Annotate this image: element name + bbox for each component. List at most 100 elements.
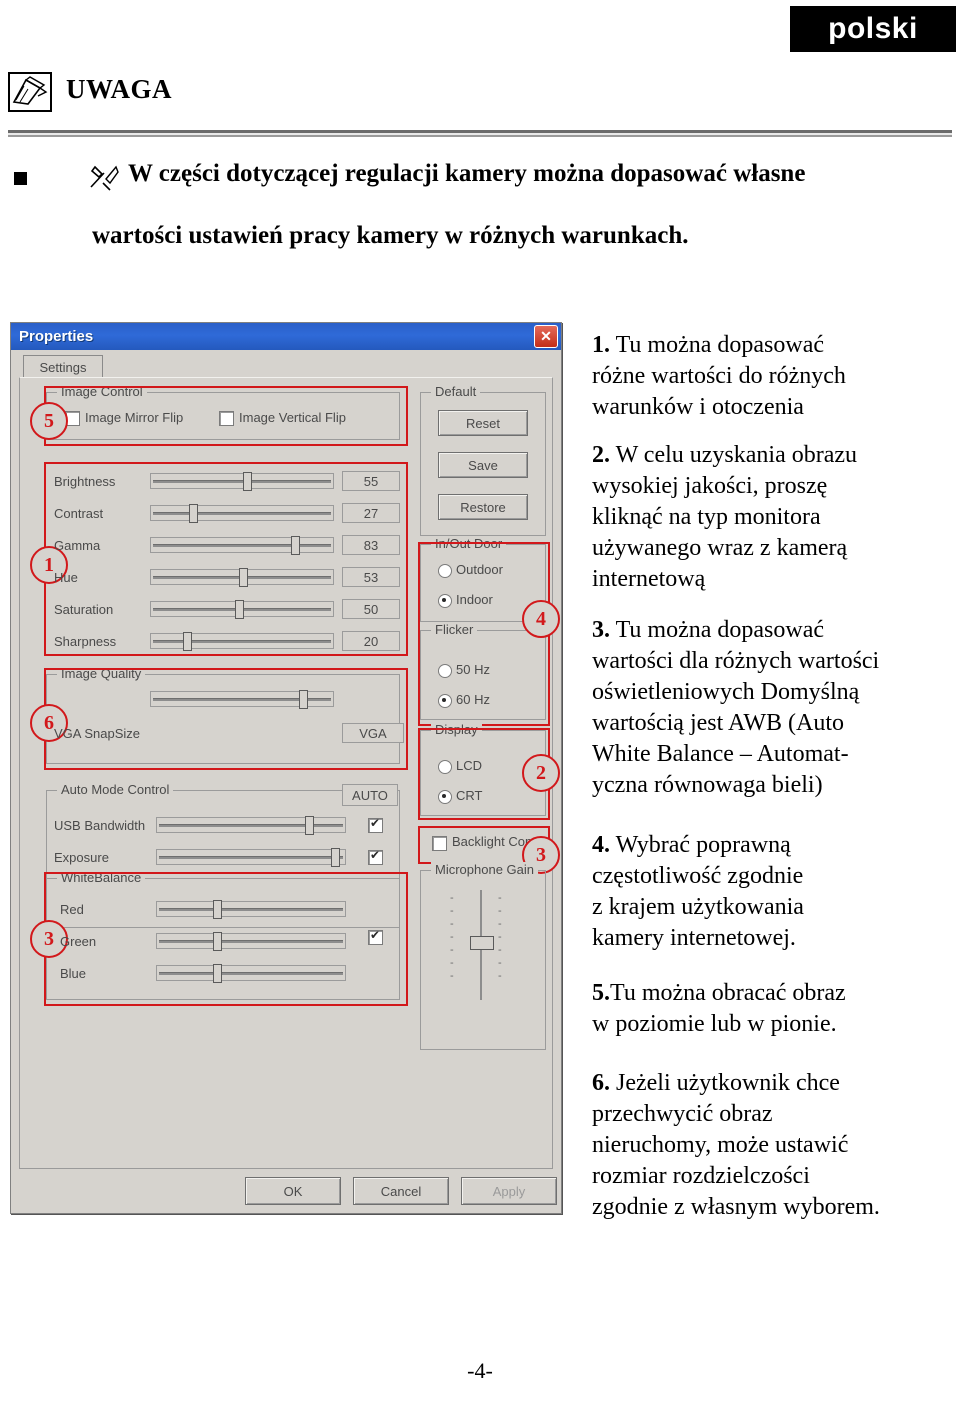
note-line-1: W części dotyczącej regulacji kamery moż… bbox=[128, 160, 806, 187]
step-3-line-2: wartości dla różnych wartości bbox=[592, 648, 880, 674]
note-line-2: wartości ustawień pracy kamery w różnych… bbox=[92, 222, 689, 249]
tab-settings[interactable]: Settings bbox=[23, 355, 103, 378]
label-saturation: Saturation bbox=[54, 602, 114, 617]
step-4-number: 4. bbox=[592, 832, 610, 858]
step-2-line-4: używanego wraz z kamerą bbox=[592, 535, 848, 561]
step-1-number: 1. bbox=[592, 332, 610, 358]
step-4-line-2: częstotliwość zgodnie bbox=[592, 863, 804, 889]
mic-gain-ticks-right: ------- bbox=[498, 892, 502, 982]
step-1-line-3: warunków i otoczenia bbox=[592, 394, 804, 420]
language-tab-label: polski bbox=[828, 12, 918, 45]
apply-button[interactable]: Apply bbox=[461, 1177, 557, 1205]
slider-green[interactable] bbox=[156, 932, 346, 951]
step-3: 3. Tu można dopasować wartości dla różny… bbox=[592, 615, 952, 801]
slider-gamma[interactable] bbox=[150, 536, 334, 555]
value-contrast: 27 bbox=[342, 503, 400, 523]
ok-button[interactable]: OK bbox=[245, 1177, 341, 1205]
label-green: Green bbox=[60, 934, 97, 949]
value-saturation: 50 bbox=[342, 599, 400, 619]
step-5-line-1: Tu można obracać obraz bbox=[610, 980, 846, 1006]
step-4-line-4: kamery internetowej. bbox=[592, 925, 796, 951]
highlight-box-6 bbox=[44, 668, 408, 770]
label-exposure: Exposure bbox=[54, 850, 109, 865]
note-bullet-icon bbox=[14, 172, 27, 185]
slider-hue[interactable] bbox=[150, 568, 334, 587]
step-2-line-2: wysokiej jakości, proszę bbox=[592, 473, 828, 499]
step-2: 2. W celu uzyskania obrazu wysokiej jako… bbox=[592, 440, 942, 595]
close-icon[interactable]: ✕ bbox=[534, 325, 558, 348]
step-2-line-5: internetową bbox=[592, 566, 706, 592]
checkbox-exposure-auto[interactable] bbox=[368, 848, 383, 865]
page-title: UWAGA bbox=[66, 74, 173, 104]
step-4-line-1: Wybrać poprawną bbox=[615, 832, 791, 858]
slider-sharpness[interactable] bbox=[150, 632, 334, 651]
group-microphone-gain-label: Microphone Gain bbox=[431, 862, 538, 877]
properties-dialog: Properties ✕ Settings Image Control Imag… bbox=[10, 322, 562, 1214]
checkbox-usb-bandwidth-auto[interactable] bbox=[368, 816, 383, 833]
step-6-line-1: Jeżeli użytkownik chce bbox=[616, 1070, 840, 1096]
highlight-box-5 bbox=[44, 386, 408, 446]
group-microphone-gain: Microphone Gain bbox=[420, 862, 546, 1050]
group-default-label: Default bbox=[431, 384, 481, 399]
step-5-line-2: w poziomie lub w pionie. bbox=[592, 1011, 837, 1037]
label-usb-bandwidth: USB Bandwidth bbox=[54, 818, 146, 833]
save-button[interactable]: Save bbox=[438, 452, 528, 478]
group-auto-mode-control-label: Auto Mode Control bbox=[57, 782, 174, 797]
step-6-line-4: rozmiar rozdzielczości bbox=[592, 1163, 810, 1189]
checkbox-white-balance-auto[interactable] bbox=[368, 928, 383, 945]
step-4: 4. Wybrać poprawną częstotliwość zgodnie… bbox=[592, 830, 942, 954]
value-vga-snapsize[interactable]: VGA bbox=[342, 723, 404, 743]
label-red: Red bbox=[60, 902, 84, 917]
step-3-line-4: wartością jest AWB (Auto bbox=[592, 710, 845, 736]
step-5: 5.Tu można obracać obraz w poziomie lub … bbox=[592, 978, 942, 1040]
slider-contrast[interactable] bbox=[150, 504, 334, 523]
step-3-line-1: Tu można dopasować bbox=[615, 617, 824, 643]
tab-settings-label: Settings bbox=[39, 359, 87, 375]
header-divider bbox=[8, 130, 952, 137]
label-gamma: Gamma bbox=[54, 538, 101, 553]
dialog-panel: Image Control Image Mirror Flip Image Ve… bbox=[19, 377, 560, 1169]
label-brightness: Brightness bbox=[54, 474, 116, 489]
step-1: 1. Tu można dopasować różne wartości do … bbox=[592, 330, 942, 423]
dialog-titlebar: Properties ✕ bbox=[11, 323, 561, 350]
step-6-line-3: nieruchomy, może ustawić bbox=[592, 1132, 849, 1158]
step-2-line-1: W celu uzyskania obrazu bbox=[615, 442, 858, 468]
step-3-number: 3. bbox=[592, 617, 610, 643]
step-6: 6. Jeżeli użytkownik chce przechwycić ob… bbox=[592, 1068, 952, 1223]
step-6-line-5: zgodnie z własnym wyborem. bbox=[592, 1194, 880, 1220]
value-gamma: 83 bbox=[342, 535, 400, 555]
restore-button[interactable]: Restore bbox=[438, 494, 528, 520]
slider-saturation[interactable] bbox=[150, 600, 334, 619]
page-number: -4- bbox=[467, 1358, 493, 1383]
mic-gain-ticks-left: ------- bbox=[450, 892, 454, 982]
badge-2: 2 bbox=[522, 754, 560, 792]
highlight-box-1 bbox=[44, 462, 408, 656]
tools-icon bbox=[88, 163, 120, 191]
label-blue: Blue bbox=[60, 966, 87, 981]
step-2-number: 2. bbox=[592, 442, 610, 468]
dialog-title: Properties bbox=[19, 328, 94, 345]
slider-brightness[interactable] bbox=[150, 472, 334, 491]
label-contrast: Contrast bbox=[54, 506, 104, 521]
label-hue: Hue bbox=[54, 570, 78, 585]
language-tab: polski bbox=[790, 6, 956, 52]
cancel-button[interactable]: Cancel bbox=[353, 1177, 449, 1205]
step-3-line-3: oświetleniowych Domyślną bbox=[592, 679, 860, 705]
section-header: UWAGA bbox=[8, 72, 952, 130]
slider-exposure[interactable] bbox=[156, 848, 346, 867]
close-icon-glyph: ✕ bbox=[540, 328, 552, 344]
label-sharpness: Sharpness bbox=[54, 634, 117, 649]
slider-red[interactable] bbox=[156, 900, 346, 919]
value-hue: 53 bbox=[342, 567, 400, 587]
value-sharpness: 20 bbox=[342, 631, 400, 651]
mic-gain-thumb[interactable] bbox=[470, 936, 494, 950]
slider-usb-bandwidth[interactable] bbox=[156, 816, 346, 835]
reset-button[interactable]: Reset bbox=[438, 410, 528, 436]
step-3-line-6: yczna równowaga bieli) bbox=[592, 772, 823, 798]
slider-blue[interactable] bbox=[156, 964, 346, 983]
step-1-line-2: różne wartości do różnych bbox=[592, 363, 846, 389]
note-pencil-icon bbox=[8, 72, 52, 112]
badge-5: 5 bbox=[30, 402, 68, 440]
step-2-line-3: kliknąć na typ monitora bbox=[592, 504, 821, 530]
slider-image-quality[interactable] bbox=[150, 690, 334, 709]
